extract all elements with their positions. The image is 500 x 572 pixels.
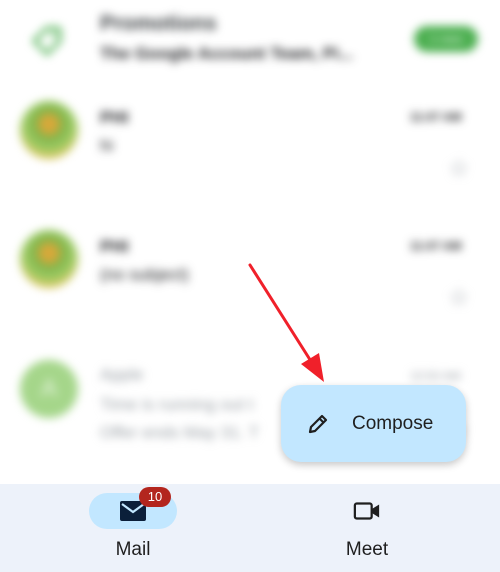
bottom-navigation: 10 Mail Meet — [0, 484, 500, 572]
unread-count-badge: 10 — [139, 487, 171, 507]
video-camera-icon — [353, 502, 380, 520]
compose-label: Compose — [352, 413, 434, 434]
nav-label-mail: Mail — [115, 539, 151, 560]
compose-button[interactable]: Compose — [281, 385, 466, 462]
pencil-icon — [308, 414, 328, 434]
nav-item-mail[interactable]: 10 Mail — [53, 484, 213, 572]
nav-item-meet[interactable]: Meet — [287, 484, 447, 572]
nav-label-meet: Meet — [345, 539, 389, 560]
